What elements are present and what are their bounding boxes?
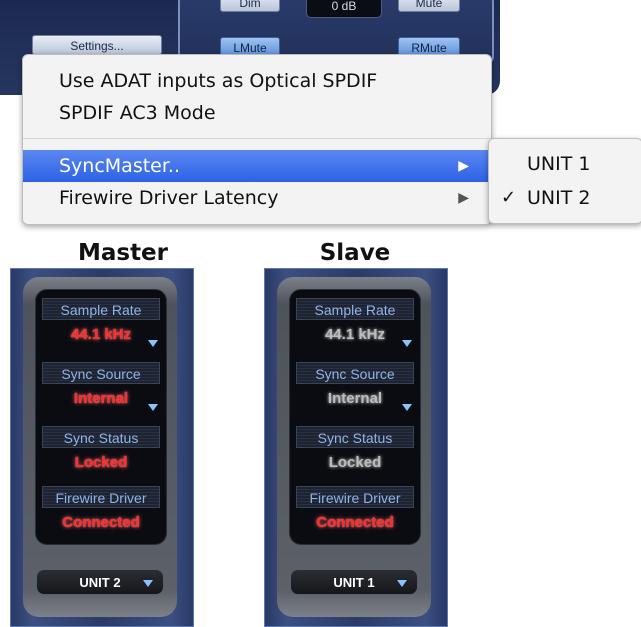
menu-item-label: Firewire Driver Latency xyxy=(59,187,279,209)
submenu-item-unit-1[interactable]: UNIT 1 xyxy=(489,147,641,181)
sample-rate-label: Sample Rate xyxy=(42,298,160,320)
sync-source-value[interactable]: Internal xyxy=(296,384,414,414)
master-device-panel: Sample Rate 44.1 kHz Sync Source Interna… xyxy=(10,268,194,627)
firewire-driver-status: Connected xyxy=(316,514,394,531)
sample-rate-dropdown-icon[interactable] xyxy=(402,340,412,347)
sync-status-label: Sync Status xyxy=(42,426,160,448)
submenu-item-label: UNIT 2 xyxy=(527,187,591,209)
menu-item-firewire-latency[interactable]: Firewire Driver Latency ▶ xyxy=(23,182,491,214)
dim-button[interactable]: Dim xyxy=(220,0,280,12)
sync-source-dropdown-icon[interactable] xyxy=(148,404,158,411)
firewire-driver-label: Firewire Driver xyxy=(42,486,160,508)
checkmark-icon: ✓ xyxy=(501,187,517,208)
settings-menu: Use ADAT inputs as Optical SPDIF SPDIF A… xyxy=(22,54,492,225)
firewire-driver-label: Firewire Driver xyxy=(296,486,414,508)
mute-button[interactable]: Mute xyxy=(398,0,460,12)
sync-status-value: Locked xyxy=(74,454,128,471)
submenu-item-unit-2[interactable]: ✓ UNIT 2 xyxy=(489,181,641,215)
slave-heading: Slave xyxy=(319,240,391,266)
sample-rate-label: Sample Rate xyxy=(296,298,414,320)
sample-rate-dropdown-icon[interactable] xyxy=(148,340,158,347)
menu-item-spdif-ac3[interactable]: SPDIF AC3 Mode xyxy=(23,97,491,129)
device-screen: Sample Rate 44.1 kHz Sync Source Interna… xyxy=(289,289,421,545)
menu-item-label: SPDIF AC3 Mode xyxy=(59,102,216,124)
master-heading: Master xyxy=(77,240,169,266)
chevron-down-icon xyxy=(143,580,153,587)
submenu-item-label: UNIT 1 xyxy=(527,153,591,175)
slave-device-panel: Sample Rate 44.1 kHz Sync Source Interna… xyxy=(264,268,448,627)
sync-source-label: Sync Source xyxy=(42,362,160,384)
menu-item-adat-optical-spdif[interactable]: Use ADAT inputs as Optical SPDIF xyxy=(23,65,491,97)
unit-select-button[interactable]: UNIT 1 xyxy=(290,569,418,595)
sync-source-dropdown-icon[interactable] xyxy=(402,404,412,411)
sample-rate-value[interactable]: 44.1 kHz xyxy=(296,320,414,350)
unit-select-button[interactable]: UNIT 2 xyxy=(36,569,164,595)
menu-item-syncmaster[interactable]: SyncMaster.. ▶ xyxy=(23,150,491,182)
submenu-arrow-icon: ▶ xyxy=(458,158,469,174)
menu-separator xyxy=(23,138,491,139)
level-display: 0 dB xyxy=(306,0,382,18)
firewire-driver-status: Connected xyxy=(62,514,140,531)
unit-select-label: UNIT 1 xyxy=(333,575,375,590)
sample-rate-value[interactable]: 44.1 kHz xyxy=(42,320,160,350)
menu-item-label: SyncMaster.. xyxy=(59,155,181,177)
unit-select-label: UNIT 2 xyxy=(79,575,121,590)
syncmaster-submenu: UNIT 1 ✓ UNIT 2 xyxy=(488,138,641,224)
sync-status-value: Locked xyxy=(328,454,382,471)
settings-button[interactable]: Settings... xyxy=(32,35,162,55)
chevron-down-icon xyxy=(397,580,407,587)
menu-item-label: Use ADAT inputs as Optical SPDIF xyxy=(59,70,378,92)
sync-source-value[interactable]: Internal xyxy=(42,384,160,414)
sync-source-label: Sync Source xyxy=(296,362,414,384)
submenu-arrow-icon: ▶ xyxy=(458,190,469,206)
device-screen: Sample Rate 44.1 kHz Sync Source Interna… xyxy=(35,289,167,545)
sync-status-label: Sync Status xyxy=(296,426,414,448)
